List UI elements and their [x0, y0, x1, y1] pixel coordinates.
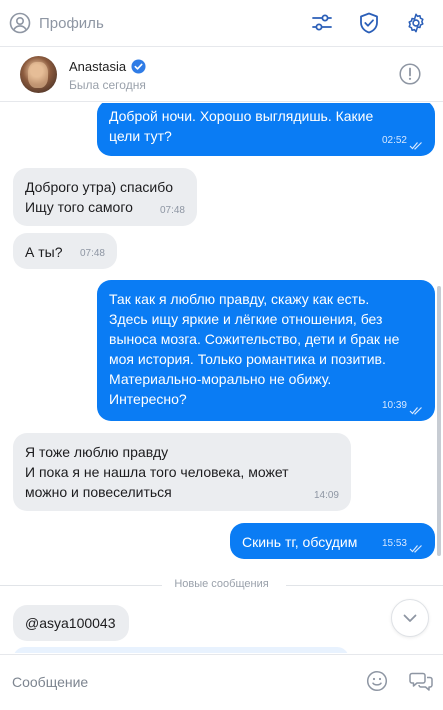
scroll-down-button[interactable] [391, 599, 429, 637]
new-messages-label: Новые сообщения [174, 578, 269, 590]
message-time: 14:09 [313, 490, 339, 501]
message-text: Доброй ночи. Хорошо выглядишь. Какие цел… [109, 108, 374, 144]
settings-button[interactable] [403, 10, 429, 36]
contact-status: Была сегодня [69, 78, 146, 92]
user-circle-icon [9, 12, 31, 34]
double-check-icon [409, 142, 422, 150]
exclamation-circle-icon[interactable] [399, 63, 421, 85]
message-outgoing[interactable]: Скинь тг, обсудим 15:53 [230, 523, 435, 559]
message-incoming[interactable]: Доброго утра) спасибо Ищу того самого 07… [13, 168, 197, 226]
profile-label: Профиль [39, 14, 104, 32]
message-time: 15:53 [381, 538, 407, 549]
message-input[interactable] [12, 669, 352, 695]
sliders-icon [312, 14, 332, 31]
profile-link[interactable]: Профиль [9, 12, 104, 34]
message-incoming[interactable]: Я тоже люблю правду И пока я не нашла то… [13, 433, 351, 511]
smiley-icon[interactable] [366, 670, 388, 692]
message-incoming[interactable]: А ты? 07:48 [13, 233, 117, 269]
message-outgoing[interactable]: Так как я люблю правду, скажу как есть. … [97, 280, 435, 421]
chat-header: Anastasia Была сегодня [0, 48, 443, 102]
message-text: Я тоже люблю правду И пока я не нашла то… [25, 444, 289, 500]
gear-icon [408, 13, 424, 33]
message-incoming[interactable]: @asya100043 [13, 605, 129, 641]
message-text: Так как я люблю правду, скажу как есть. … [109, 291, 400, 407]
message-time: 10:39 [381, 400, 407, 411]
shield-check-icon [360, 12, 378, 34]
double-check-icon [409, 407, 422, 415]
message-time: 07:48 [159, 205, 185, 216]
filters-button[interactable] [309, 10, 335, 36]
message-outgoing[interactable]: Доброй ночи. Хорошо выглядишь. Какие цел… [97, 103, 435, 156]
message-time: 02:52 [381, 135, 407, 146]
contact-name: Anastasia [69, 59, 127, 74]
top-bar: Профиль [0, 0, 443, 47]
message-list[interactable]: Доброй ночи. Хорошо выглядишь. Какие цел… [0, 103, 443, 653]
contact-name-row[interactable]: Anastasia [69, 59, 146, 74]
composer [0, 654, 443, 710]
verified-badge-icon [131, 59, 146, 74]
chevron-down-icon [403, 614, 417, 622]
message-time: 07:48 [79, 248, 105, 259]
chat-bubbles-icon[interactable] [409, 670, 433, 692]
security-button[interactable] [356, 10, 382, 36]
scrollbar[interactable] [437, 286, 441, 556]
message-text: @asya100043 [25, 615, 116, 631]
double-check-icon [409, 545, 422, 553]
avatar[interactable] [20, 56, 57, 93]
new-messages-divider: Новые сообщения [0, 578, 443, 592]
partial-message [13, 647, 349, 653]
